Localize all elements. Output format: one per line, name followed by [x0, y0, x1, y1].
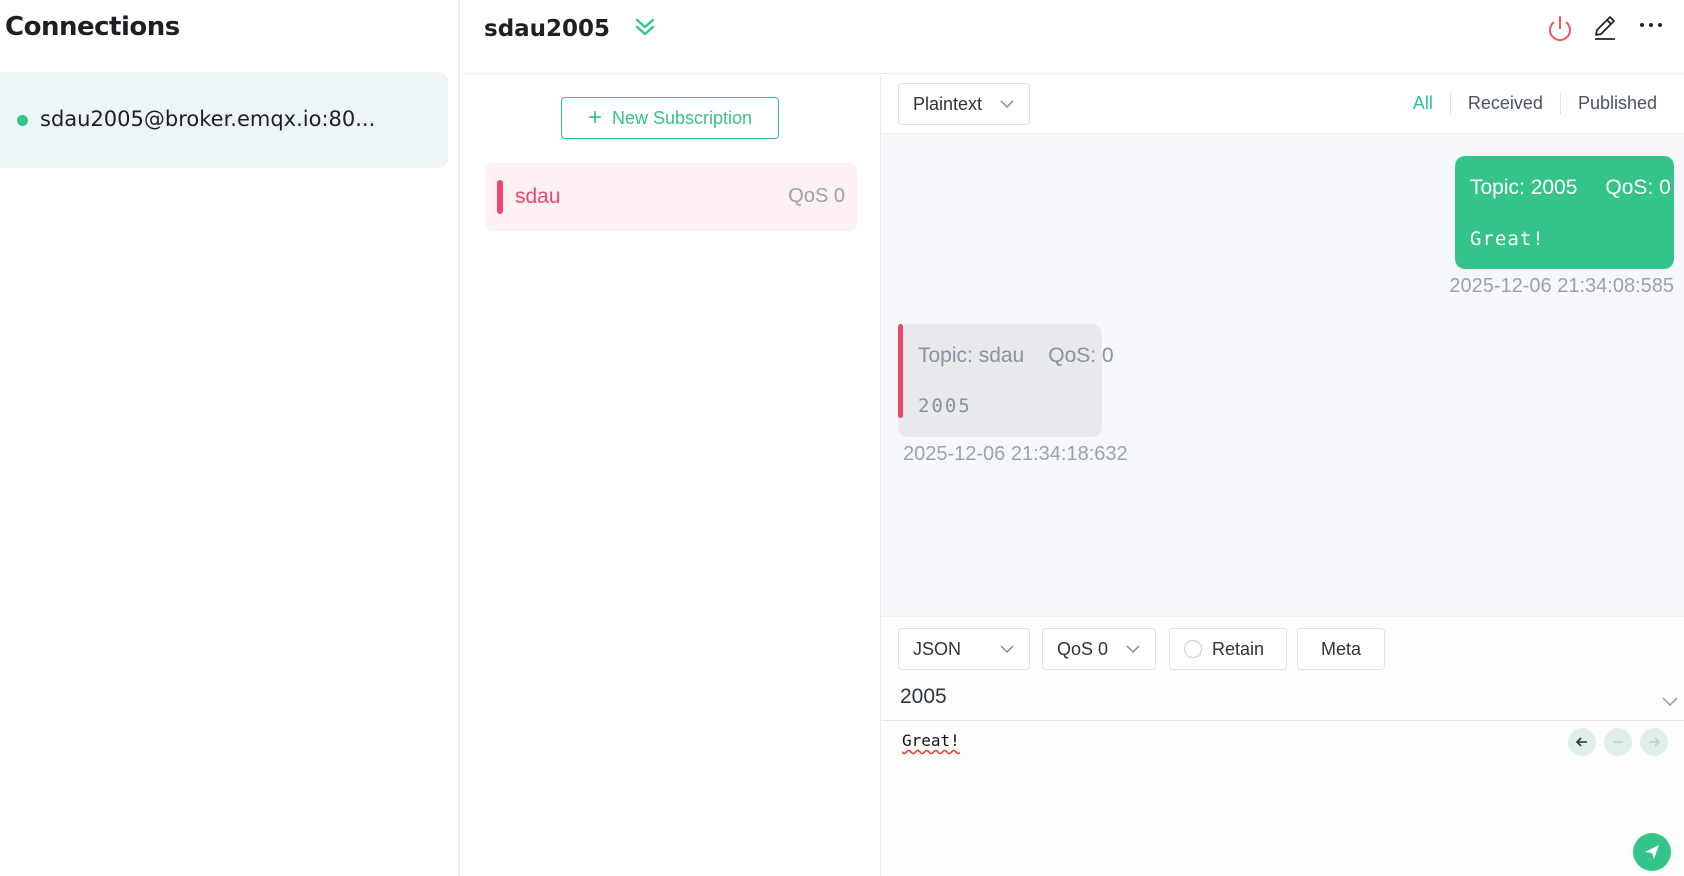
send-icon [1645, 845, 1659, 859]
connection-header: sdau2005 [461, 0, 1684, 74]
qos-value: QoS 0 [1057, 638, 1109, 659]
payload-format-value: JSON [913, 638, 962, 659]
connection-item[interactable]: sdau2005@broker.emqx.io:80... [0, 72, 448, 168]
power-icon[interactable] [1542, 10, 1578, 46]
message-time: 2025-12-06 21:34:08:585 [1449, 275, 1674, 297]
send-button[interactable] [1633, 833, 1671, 871]
radio-icon [1184, 640, 1202, 658]
subscription-item[interactable]: sdau QoS 0 [485, 163, 857, 231]
minus-icon [1613, 741, 1623, 743]
plus-icon: + [587, 104, 602, 131]
message-format-value: Plaintext [913, 93, 983, 114]
connection-status-dot [17, 115, 28, 126]
chevron-down-icon [1126, 645, 1140, 654]
message-payload: 2005 [918, 395, 972, 417]
connections-title: Connections [5, 12, 180, 42]
divider [882, 720, 1684, 721]
message-payload: Great! [1470, 228, 1545, 250]
payload-format-select[interactable]: JSON [898, 628, 1030, 670]
chevron-down-icon[interactable] [1660, 693, 1680, 709]
subscriptions-panel: + New Subscription sdau QoS 0 [461, 75, 881, 876]
message-topic: Topic: sdau [918, 344, 1025, 367]
received-message: Topic: sdau QoS: 0 2005 [898, 324, 1114, 437]
message-time: 2025-12-06 21:34:18:632 [903, 443, 1128, 465]
publish-payload-editor[interactable]: Great! [902, 731, 960, 750]
received-color-bar [898, 324, 903, 418]
subscription-qos: QoS 0 [788, 185, 845, 207]
message-meta: Topic: 2005 QoS: 0 [1470, 176, 1671, 200]
message-qos: QoS: 0 [1605, 176, 1671, 199]
subscription-color-bar [497, 180, 503, 214]
messages-panel: Plaintext All Received Published Topic: … [882, 75, 1684, 616]
arrow-left-icon [1575, 737, 1587, 747]
message-meta: Topic: sdau QoS: 0 [918, 344, 1114, 368]
meta-button[interactable]: Meta [1297, 628, 1385, 670]
history-next-button[interactable] [1640, 728, 1668, 756]
filter-received[interactable]: Received [1449, 93, 1560, 114]
edit-icon[interactable] [1587, 10, 1623, 46]
connections-panel: Connections sdau2005@broker.emqx.io:80..… [0, 0, 460, 876]
message-qos: QoS: 0 [1048, 344, 1114, 367]
published-message: Topic: 2005 QoS: 0 Great! [1455, 156, 1674, 269]
publish-panel: JSON QoS 0 Retain Meta 2005 Great! [882, 616, 1684, 876]
filter-published[interactable]: Published [1559, 93, 1674, 114]
connection-title: sdau2005 [484, 16, 611, 42]
message-filters: All Received Published [1396, 93, 1674, 114]
message-topic: Topic: 2005 [1470, 176, 1578, 199]
subscription-topic: sdau [515, 185, 561, 208]
new-subscription-button[interactable]: + New Subscription [561, 97, 779, 139]
history-clear-button[interactable] [1604, 728, 1632, 756]
filter-all[interactable]: All [1396, 93, 1450, 114]
chevron-down-icon [1000, 100, 1014, 109]
chevron-down-icon [1000, 645, 1014, 654]
retain-toggle[interactable]: Retain [1169, 628, 1287, 670]
chevrons-down-icon[interactable] [631, 14, 659, 42]
more-icon[interactable] [1633, 10, 1669, 46]
message-format-select[interactable]: Plaintext [898, 83, 1030, 125]
retain-label: Retain [1212, 638, 1265, 659]
messages-toolbar: Plaintext All Received Published [882, 75, 1684, 134]
history-prev-button[interactable] [1568, 728, 1596, 756]
qos-select[interactable]: QoS 0 [1042, 628, 1156, 670]
publish-topic-input[interactable]: 2005 [900, 685, 947, 709]
arrow-right-icon [1649, 737, 1661, 747]
new-subscription-label: New Subscription [611, 107, 753, 128]
connection-name: sdau2005@broker.emqx.io:80... [40, 107, 376, 131]
